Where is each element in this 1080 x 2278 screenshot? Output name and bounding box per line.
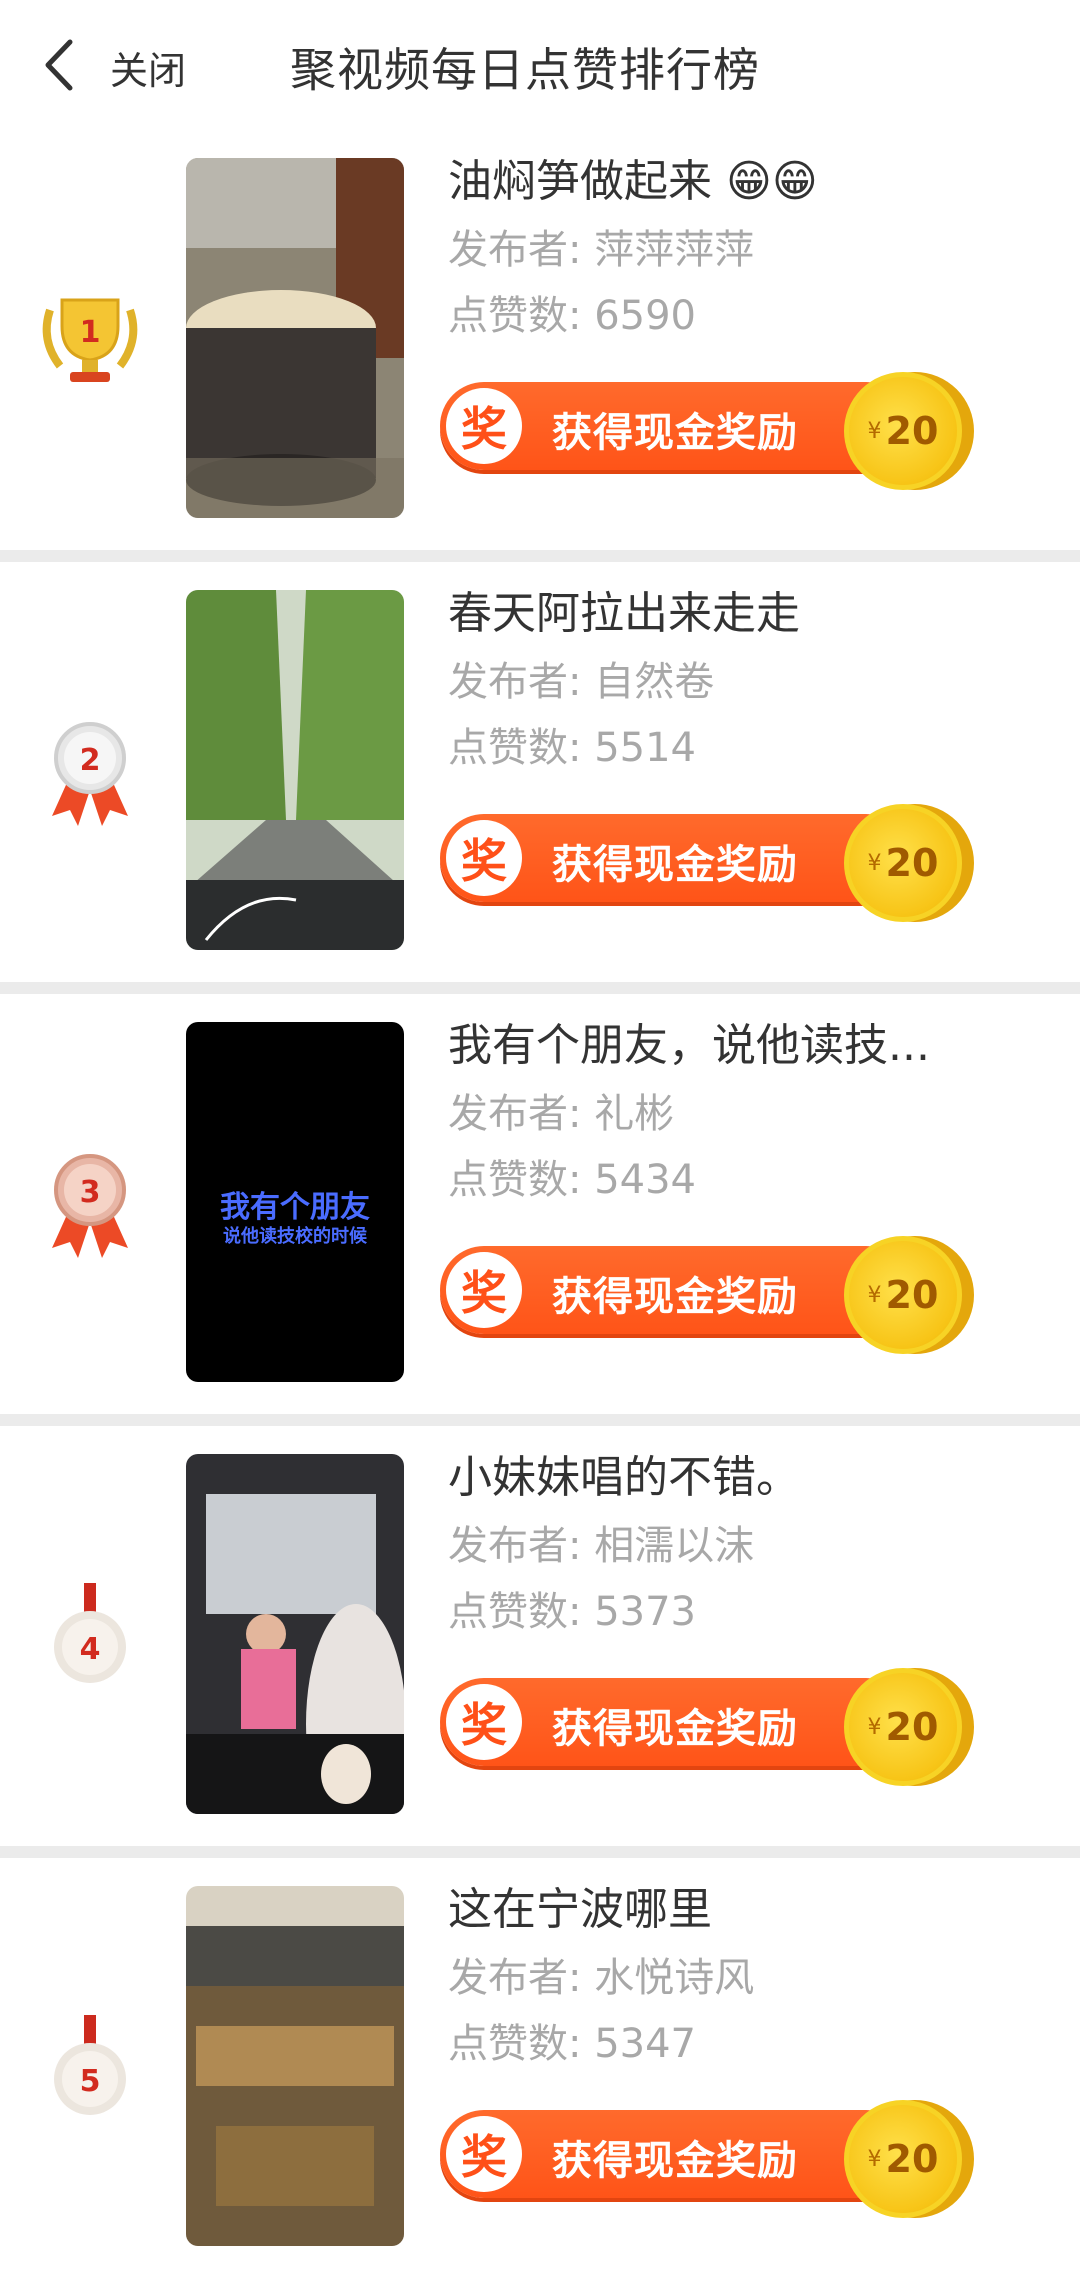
reward-label: 获得现金奖励: [552, 1274, 798, 1320]
reward-bar: 奖 获得现金奖励: [440, 814, 910, 902]
video-info: 我有个朋友，说他读技... 发布者: 礼彬 点赞数: 5434: [448, 1016, 1048, 1208]
rank-number: 2: [80, 743, 101, 778]
rank-number: 1: [80, 315, 101, 350]
reward-label: 获得现金奖励: [552, 2138, 798, 2184]
reward-bar: 奖 获得现金奖励: [440, 1678, 910, 1766]
coin-value: 20: [885, 409, 939, 453]
video-info: 小妹妹唱的不错。 发布者: 相濡以沫 点赞数: 5373: [448, 1448, 1048, 1640]
divider: [0, 1846, 1080, 1858]
reward-badge-icon: 奖: [446, 1684, 522, 1760]
divider: [0, 1414, 1080, 1426]
reward-label: 获得现金奖励: [552, 842, 798, 888]
page-title: 聚视频每日点赞排行榜: [290, 43, 760, 97]
rank-5-badge-icon: 5: [20, 1858, 160, 2278]
rank-number: 5: [80, 2064, 101, 2099]
thumbnail-caption-sub: 说他读技校的时候: [223, 1226, 367, 1247]
ranking-item[interactable]: 3 我有个朋友 说他读技校的时候 我有个朋友，说他读技... 发布者: 礼彬 点…: [0, 994, 1080, 1414]
coin-icon: ¥ 20: [844, 2100, 974, 2222]
reward-label: 获得现金奖励: [552, 410, 798, 456]
divider: [0, 982, 1080, 994]
reward-badge-icon: 奖: [446, 2116, 522, 2192]
coin-icon: ¥ 20: [844, 1668, 974, 1790]
coin-value: 20: [885, 841, 939, 885]
coin-value: 20: [885, 1273, 939, 1317]
video-info: 这在宁波哪里 发布者: 水悦诗风 点赞数: 5347: [448, 1880, 1048, 2072]
coin-currency: ¥: [867, 418, 882, 444]
publisher: 发布者: 相濡以沫: [448, 1523, 755, 1569]
ranking-item[interactable]: 4 小妹妹唱的不错。 发布者: 相濡以沫 点赞数: 5373 奖 获得现金奖励: [0, 1426, 1080, 1846]
coin-currency: ¥: [867, 1714, 882, 1740]
rank-4-badge-icon: 4: [20, 1426, 160, 1846]
rank-number: 3: [80, 1175, 101, 1210]
rank-3-medal-icon: 3: [20, 994, 160, 1414]
video-thumbnail[interactable]: [186, 158, 404, 518]
rank-1-trophy-icon: 1: [20, 130, 160, 550]
coin-currency: ¥: [867, 850, 882, 876]
reward-bar: 奖 获得现金奖励: [440, 2110, 910, 2198]
video-thumbnail[interactable]: 我有个朋友 说他读技校的时候: [186, 1022, 404, 1382]
video-title[interactable]: 小妹妹唱的不错。: [448, 1448, 1048, 1508]
publisher: 发布者: 自然卷: [448, 659, 715, 705]
back-chevron-icon[interactable]: [40, 38, 80, 92]
reward-label: 获得现金奖励: [552, 1706, 798, 1752]
publisher: 发布者: 萍萍萍萍: [448, 227, 755, 273]
reward-button[interactable]: 奖 获得现金奖励 ¥ 20: [440, 804, 980, 922]
coin-value: 20: [885, 2137, 939, 2181]
coin-icon: ¥ 20: [844, 1236, 974, 1358]
video-title[interactable]: 这在宁波哪里: [448, 1880, 1048, 1940]
thumbnail-caption: 我有个朋友: [220, 1190, 370, 1225]
close-button[interactable]: 关闭: [110, 40, 186, 95]
coin-icon: ¥ 20: [844, 804, 974, 926]
coin-icon: ¥ 20: [844, 372, 974, 494]
reward-button[interactable]: 奖 获得现金奖励 ¥ 20: [440, 1668, 980, 1786]
like-count: 点赞数: 5434: [448, 1157, 696, 1203]
rank-number: 4: [80, 1632, 101, 1667]
reward-button[interactable]: 奖 获得现金奖励 ¥ 20: [440, 1236, 980, 1354]
coin-currency: ¥: [867, 2146, 882, 2172]
like-count: 点赞数: 5373: [448, 1589, 696, 1635]
coin-currency: ¥: [867, 1282, 882, 1308]
ranking-item[interactable]: 5 这在宁波哪里 发布者: 水悦诗风 点赞数: 5347 奖 获得现金奖励 ¥ …: [0, 1858, 1080, 2278]
reward-badge-icon: 奖: [446, 820, 522, 896]
top-bar: 关闭 聚视频每日点赞排行榜: [0, 0, 1080, 130]
publisher: 发布者: 水悦诗风: [448, 1955, 755, 2001]
like-count: 点赞数: 5514: [448, 725, 696, 771]
video-thumbnail[interactable]: [186, 1454, 404, 1814]
video-thumbnail[interactable]: [186, 1886, 404, 2246]
rank-2-medal-icon: 2: [20, 562, 160, 982]
video-title[interactable]: 春天阿拉出来走走: [448, 584, 1048, 644]
reward-badge-icon: 奖: [446, 388, 522, 464]
reward-bar: 奖 获得现金奖励: [440, 1246, 910, 1334]
ranking-item[interactable]: 2 春天阿拉出来走走 发布者: 自然卷 点赞数: 5514 奖 获得现金奖励 ¥…: [0, 562, 1080, 982]
like-count: 点赞数: 5347: [448, 2021, 696, 2067]
reward-button[interactable]: 奖 获得现金奖励 ¥ 20: [440, 372, 980, 490]
publisher: 发布者: 礼彬: [448, 1091, 675, 1137]
reward-bar: 奖 获得现金奖励: [440, 382, 910, 470]
video-info: 春天阿拉出来走走 发布者: 自然卷 点赞数: 5514: [448, 584, 1048, 776]
video-info: 油焖笋做起来 😁😁 发布者: 萍萍萍萍 点赞数: 6590: [448, 152, 1048, 344]
video-title[interactable]: 我有个朋友，说他读技...: [448, 1016, 1048, 1076]
reward-button[interactable]: 奖 获得现金奖励 ¥ 20: [440, 2100, 980, 2218]
like-count: 点赞数: 6590: [448, 293, 696, 339]
video-thumbnail[interactable]: [186, 590, 404, 950]
ranking-list: 1 油焖笋做起来 😁😁 发布者: 萍萍萍萍 点赞数: 6590 奖 获得现金奖励: [0, 130, 1080, 2278]
video-title[interactable]: 油焖笋做起来 😁😁: [448, 152, 1048, 212]
coin-value: 20: [885, 1705, 939, 1749]
divider: [0, 550, 1080, 562]
ranking-item[interactable]: 1 油焖笋做起来 😁😁 发布者: 萍萍萍萍 点赞数: 6590 奖 获得现金奖励: [0, 130, 1080, 550]
reward-badge-icon: 奖: [446, 1252, 522, 1328]
